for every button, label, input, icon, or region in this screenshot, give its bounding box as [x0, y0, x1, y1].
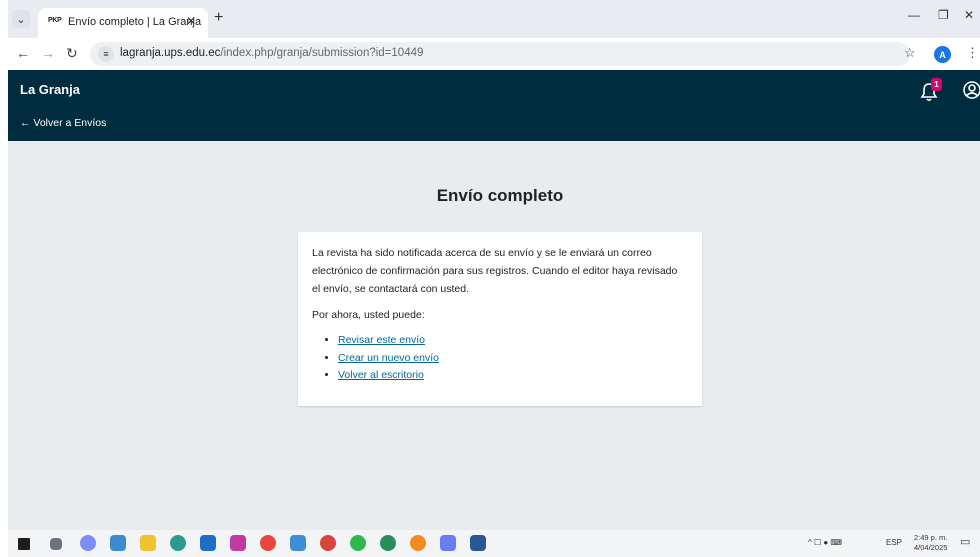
- taskbar: ^ ☐ ● ⌨ ESP 2:49 p. m. 4/04/2025 ▭: [8, 530, 980, 557]
- review-submission-link[interactable]: Revisar este envío: [338, 334, 425, 346]
- browser-window: ⌄ PKP Envío completo | La Granja ✕ + — ❐…: [8, 0, 980, 557]
- outlook-icon[interactable]: [200, 535, 216, 551]
- close-tab-icon[interactable]: ✕: [186, 14, 196, 28]
- address-bar[interactable]: ≡ lagranja.ups.edu.ec/index.php/granja/s…: [90, 42, 910, 66]
- confirmation-message: La revista ha sido notificada acerca de …: [312, 247, 678, 295]
- tray-icons[interactable]: ^ ☐ ● ⌨: [808, 538, 842, 547]
- clock-time: 2:49 p. m.: [914, 533, 948, 542]
- browser-toolbar: ← → ↻ ≡ lagranja.ups.edu.ec/index.php/gr…: [8, 38, 980, 70]
- profile-avatar[interactable]: A: [934, 46, 951, 63]
- next-steps-list: Revisar este envío Crear un nuevo envío …: [312, 332, 688, 385]
- tab-title: Envío completo | La Granja: [68, 16, 202, 28]
- notification-badge: 1: [931, 78, 942, 91]
- site-info-icon[interactable]: ≡: [98, 46, 114, 62]
- copilot-icon[interactable]: [80, 535, 96, 551]
- browser-tab[interactable]: PKP Envío completo | La Granja ✕: [38, 8, 208, 38]
- site-brand[interactable]: La Granja: [20, 82, 80, 97]
- windows-icon[interactable]: [18, 538, 30, 550]
- chrome-alt-icon[interactable]: [380, 535, 396, 551]
- notifications-button[interactable]: 1: [920, 78, 942, 104]
- next-steps-prompt: Por ahora, usted puede:: [312, 309, 425, 321]
- confirmation-card: La revista ha sido notificada acerca de …: [298, 232, 702, 406]
- bookmark-star-icon[interactable]: ☆: [904, 45, 916, 61]
- task-view-icon[interactable]: [50, 538, 62, 550]
- system-clock[interactable]: 2:49 p. m. 4/04/2025: [914, 533, 947, 553]
- restore-icon[interactable]: ❐: [938, 8, 949, 22]
- list-item: Revisar este envío: [338, 332, 688, 350]
- minimize-icon[interactable]: —: [908, 8, 920, 22]
- window-controls: — ❐ ✕: [890, 8, 980, 28]
- page-title: Envío completo: [436, 186, 564, 205]
- new-tab-icon[interactable]: +: [214, 9, 223, 27]
- edge-icon[interactable]: [170, 535, 186, 551]
- widgets-icon[interactable]: [110, 535, 126, 551]
- list-item: Crear un nuevo envío: [338, 350, 688, 368]
- clock-date: 4/04/2025: [914, 543, 948, 552]
- language-indicator[interactable]: ESP: [886, 538, 902, 547]
- notification-center-icon[interactable]: ▭: [960, 535, 970, 548]
- dashboard-link[interactable]: Volver al escritorio: [338, 369, 424, 381]
- app-alt-icon[interactable]: [440, 535, 456, 551]
- chrome-icon[interactable]: [260, 535, 276, 551]
- url-host: lagranja.ups.edu.ec: [120, 47, 221, 59]
- user-account-icon[interactable]: [962, 80, 980, 100]
- forward-arrow-icon[interactable]: →: [41, 45, 55, 61]
- file-explorer-icon[interactable]: [140, 535, 156, 551]
- tab-strip: ⌄ PKP Envío completo | La Granja ✕ + — ❐…: [8, 0, 980, 38]
- tab-search-button[interactable]: ⌄: [12, 10, 30, 28]
- photos-icon[interactable]: [230, 535, 246, 551]
- reload-icon[interactable]: ↻: [66, 45, 78, 62]
- app-header: La Granja ← Volver a Envíos 1: [8, 70, 980, 141]
- whatsapp-icon[interactable]: [350, 535, 366, 551]
- avast-icon[interactable]: [410, 535, 426, 551]
- word-icon[interactable]: [470, 535, 486, 551]
- browser-menu-icon[interactable]: ⋮: [966, 45, 979, 61]
- new-submission-link[interactable]: Crear un nuevo envío: [338, 352, 439, 364]
- url-text[interactable]: lagranja.ups.edu.ec/index.php/granja/sub…: [120, 47, 423, 59]
- back-to-submissions-link[interactable]: ← Volver a Envíos: [20, 117, 106, 129]
- close-window-icon[interactable]: ✕: [964, 8, 974, 22]
- back-arrow-icon[interactable]: ←: [16, 45, 30, 61]
- url-path: /index.php/granja/submission?id=10449: [220, 47, 424, 59]
- tab-favicon: PKP: [48, 17, 62, 24]
- list-item: Volver al escritorio: [338, 367, 688, 385]
- chrome-profile-icon[interactable]: [320, 535, 336, 551]
- app-icon[interactable]: [290, 535, 306, 551]
